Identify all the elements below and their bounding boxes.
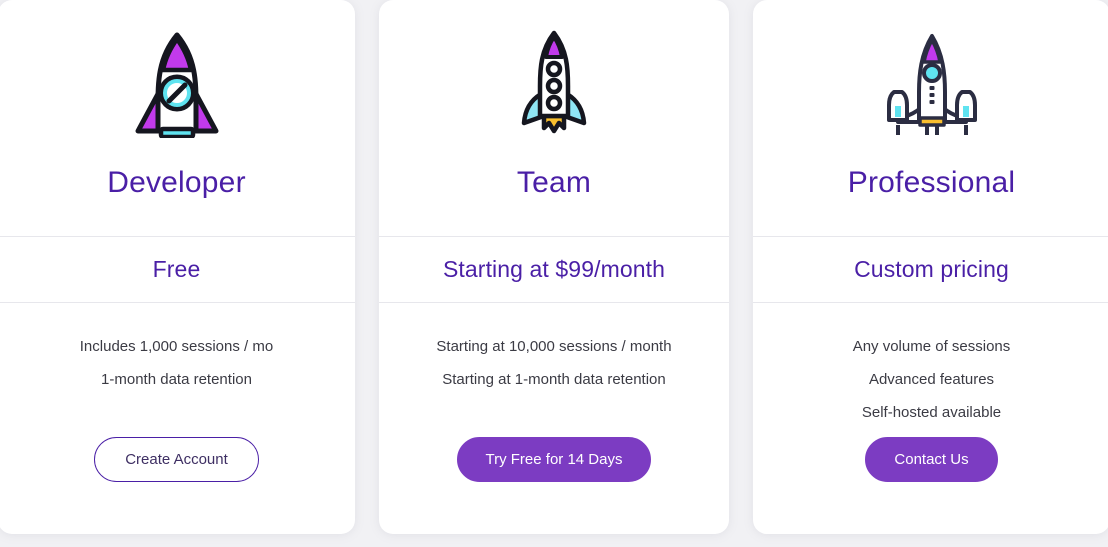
feature-item: Starting at 10,000 sessions / month [436, 338, 672, 355]
plan-price-band-professional: Custom pricing [753, 236, 1108, 303]
plan-price-band-developer: Free [0, 236, 355, 303]
pricing-card-professional[interactable]: Professional Custom pricing Any volume o… [753, 0, 1108, 534]
plan-title-professional: Professional [847, 166, 1016, 199]
feature-item: Advanced features [868, 371, 995, 388]
feature-item: Self-hosted available [861, 404, 1002, 421]
plan-icon-developer [0, 0, 355, 168]
plan-features-professional: Any volume of sessions Advanced features… [753, 303, 1108, 420]
pricing-plans-container: Developer Free Includes 1,000 sessions /… [0, 0, 1108, 547]
try-free-button[interactable]: Try Free for 14 Days [456, 437, 652, 482]
plan-price-band-team: Starting at $99/month [379, 236, 729, 303]
pricing-card-developer[interactable]: Developer Free Includes 1,000 sessions /… [0, 0, 355, 534]
plan-price-professional: Custom pricing [854, 256, 1009, 282]
plan-icon-professional [753, 0, 1108, 168]
feature-item: Any volume of sessions [852, 338, 1011, 355]
plan-cta-zone-developer: Create Account [0, 437, 355, 534]
plan-icon-team [379, 0, 729, 168]
feature-item: 1-month data retention [101, 371, 252, 388]
plan-price-team: Starting at $99/month [442, 256, 665, 282]
plan-cta-zone-team: Try Free for 14 Days [379, 437, 729, 534]
rocket-classic-icon [135, 32, 218, 138]
plan-title-developer: Developer [107, 166, 246, 199]
feature-item: Includes 1,000 sessions / mo [79, 338, 274, 355]
plan-features-team: Starting at 10,000 sessions / month Star… [379, 303, 729, 387]
contact-us-button[interactable]: Contact Us [865, 437, 998, 482]
plan-price-developer: Free [152, 256, 201, 282]
space-shuttle-icon [886, 34, 977, 135]
rocket-launching-icon [521, 30, 587, 134]
pricing-card-team[interactable]: Team Starting at $99/month Starting at 1… [379, 0, 729, 534]
plan-features-developer: Includes 1,000 sessions / mo 1-month dat… [0, 303, 355, 387]
create-account-button[interactable]: Create Account [94, 437, 259, 482]
plan-cta-zone-professional: Contact Us [753, 437, 1108, 534]
plan-title-team: Team [516, 166, 592, 199]
feature-item: Starting at 1-month data retention [442, 371, 666, 388]
